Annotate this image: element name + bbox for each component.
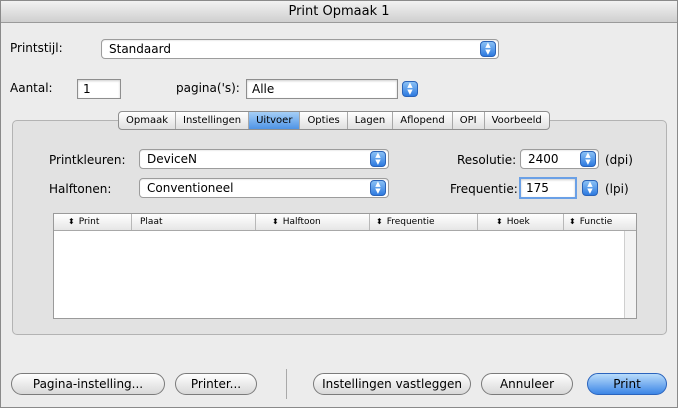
halftonen-value: Conventioneel [147, 181, 234, 195]
sort-icon: ⬍ [569, 217, 576, 226]
printkleuren-popup[interactable]: DeviceN ▲ ▼ [139, 149, 389, 169]
popup-arrows-icon: ▲ ▼ [580, 151, 596, 167]
page-setup-button[interactable]: Pagina-instelling... [11, 373, 165, 395]
resolutie-unit: (dpi) [605, 153, 633, 167]
printstijl-value: Standaard [109, 42, 171, 56]
tab-voorbeeld[interactable]: Voorbeeld [485, 112, 549, 129]
print-dialog: Print Opmaak 1 Printstijl: Standaard ▲ ▼ … [0, 0, 678, 408]
resolutie-popup[interactable]: 2400 ▲ ▼ [520, 149, 599, 169]
tab-bar: Opmaak Instellingen Uitvoer Opties Lagen… [118, 111, 550, 130]
sort-icon: ⬍ [68, 217, 75, 226]
frequentie-menu-icon[interactable]: ▲ ▼ [582, 180, 598, 196]
tab-lagen[interactable]: Lagen [348, 112, 394, 129]
col-print[interactable]: ⬍ Print [54, 214, 132, 230]
sort-icon: ⬍ [272, 217, 279, 226]
popup-arrows-icon: ▲ ▼ [370, 151, 386, 167]
tab-instellingen[interactable]: Instellingen [176, 112, 250, 129]
sort-icon: ⬍ [376, 217, 383, 226]
tab-opi[interactable]: OPI [453, 112, 485, 129]
printer-button[interactable]: Printer... [175, 373, 257, 395]
col-plaat[interactable]: Plaat [132, 214, 256, 230]
frequentie-unit: (lpi) [605, 182, 629, 196]
tab-uitvoer[interactable]: Uitvoer [249, 112, 301, 129]
tab-aflopend[interactable]: Aflopend [393, 112, 453, 129]
frequentie-value: 175 [526, 181, 549, 195]
resolutie-value: 2400 [528, 152, 559, 166]
cancel-button[interactable]: Annuleer [481, 373, 573, 395]
printstijl-label: Printstijl: [10, 41, 63, 55]
popup-arrows-icon: ▲ ▼ [480, 41, 496, 57]
col-functie[interactable]: ⬍ Functie [564, 214, 636, 230]
tab-opmaak[interactable]: Opmaak [119, 112, 177, 129]
printstijl-popup[interactable]: Standaard ▲ ▼ [101, 39, 499, 59]
printkleuren-value: DeviceN [147, 152, 198, 166]
halftonen-label: Halftonen: [49, 182, 112, 196]
frequentie-label: Frequentie: [450, 182, 518, 196]
paginas-field[interactable]: Alle [246, 79, 398, 99]
paginas-value: Alle [252, 82, 275, 96]
frequentie-field[interactable]: 175 [519, 177, 577, 199]
table-scrollbar[interactable] [624, 231, 636, 318]
aantal-label: Aantal: [10, 81, 53, 95]
popup-arrows-icon: ▲ ▼ [370, 180, 386, 196]
col-frequentie[interactable]: ⬍ Frequentie [370, 214, 478, 230]
button-divider [286, 369, 287, 399]
col-hoek[interactable]: ⬍ Hoek [478, 214, 564, 230]
col-halftoon[interactable]: ⬍ Halftoon [256, 214, 370, 230]
resolutie-label: Resolutie: [457, 153, 517, 167]
printkleuren-label: Printkleuren: [49, 153, 126, 167]
print-button[interactable]: Print [587, 373, 667, 395]
aantal-value: 1 [83, 82, 91, 96]
capture-settings-button[interactable]: Instellingen vastleggen [313, 373, 471, 395]
paginas-label: pagina('s): [176, 81, 240, 95]
plates-table: ⬍ Print Plaat ⬍ Halftoon ⬍ Frequentie ⬍ Hoek… [53, 213, 637, 319]
window-title: Print Opmaak 1 [1, 1, 677, 23]
aantal-field[interactable]: 1 [77, 79, 121, 99]
paginas-menu-icon[interactable]: ▲ ▼ [402, 81, 418, 97]
sort-icon: ⬍ [496, 217, 503, 226]
halftonen-popup[interactable]: Conventioneel ▲ ▼ [139, 178, 389, 198]
table-header: ⬍ Print Plaat ⬍ Halftoon ⬍ Frequentie ⬍ Hoek… [54, 214, 636, 231]
tab-opties[interactable]: Opties [300, 112, 348, 129]
